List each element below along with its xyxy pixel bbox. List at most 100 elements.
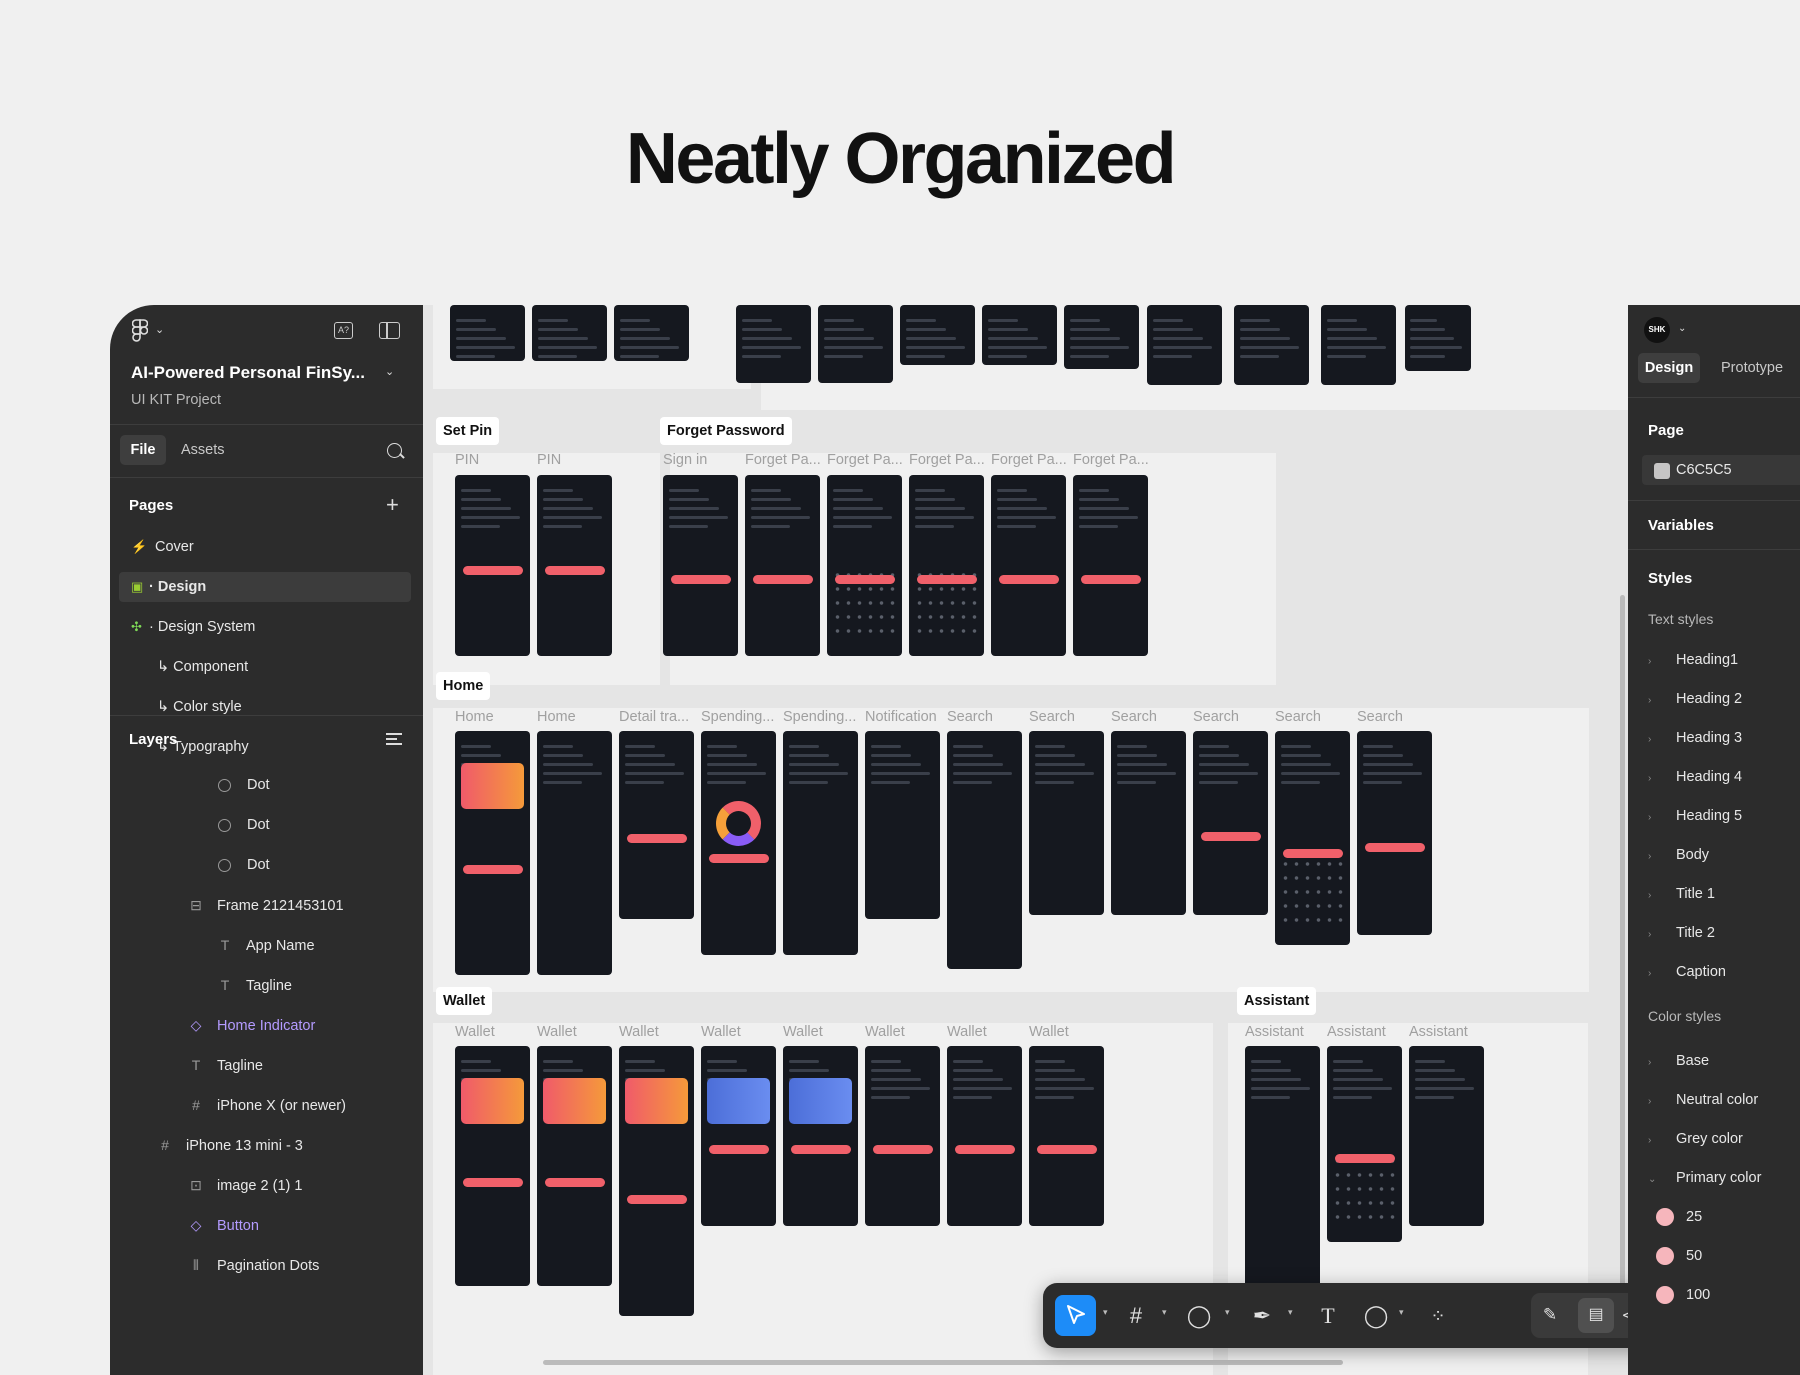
text-style-row[interactable]: › Title 2 — [1648, 922, 1715, 944]
variables-heading[interactable]: Variables — [1648, 517, 1714, 534]
page-cover[interactable]: ⚡ Cover — [119, 532, 411, 562]
canvas[interactable]: Set Pin Forget Password Home Wallet Assi… — [423, 305, 1628, 1375]
layer-home-indicator[interactable]: ◇ Home Indicator — [185, 1013, 316, 1037]
phone-frame[interactable] — [745, 475, 820, 656]
phone-frame[interactable] — [1275, 731, 1350, 945]
frame-label[interactable]: Assistant — [1245, 1024, 1304, 1040]
frame-label[interactable]: Home — [537, 709, 576, 725]
layer-frame[interactable]: ⊟ Frame 2121453101 — [185, 893, 343, 917]
frame-label[interactable]: Wallet — [455, 1024, 495, 1040]
tab-design[interactable]: Design — [1638, 353, 1700, 383]
draw-mode-icon[interactable]: ✎ — [1535, 1300, 1565, 1330]
phone-frame[interactable] — [614, 305, 689, 361]
frame-label[interactable]: Forget Pa... — [827, 452, 903, 468]
layer-tagline[interactable]: T Tagline — [214, 973, 292, 997]
section-label-set-pin[interactable]: Set Pin — [436, 417, 500, 445]
frame-label[interactable]: Home — [455, 709, 494, 725]
phone-frame[interactable] — [1327, 1046, 1402, 1242]
phone-frame[interactable] — [619, 731, 694, 919]
tab-file[interactable]: File — [120, 435, 166, 465]
frame-label[interactable]: Wallet — [783, 1024, 823, 1040]
color-style-grey[interactable]: › Grey color — [1648, 1128, 1743, 1150]
frame-label[interactable]: Forget Pa... — [909, 452, 985, 468]
frame-label[interactable]: Search — [1275, 709, 1321, 725]
chevron-down-icon[interactable]: ▾ — [1103, 1307, 1108, 1318]
page-color-style[interactable]: ↳ Color style — [119, 692, 411, 722]
text-tool-icon[interactable]: T — [1313, 1301, 1343, 1331]
phone-frame[interactable] — [865, 731, 940, 919]
phone-frame[interactable] — [827, 475, 902, 656]
primary-shade-50[interactable]: 50 — [1648, 1245, 1702, 1267]
layer-dot[interactable]: Dot — [214, 773, 270, 797]
phone-frame[interactable] — [1321, 305, 1396, 385]
avatar[interactable]: SHK — [1644, 317, 1670, 343]
frame-label[interactable]: Wallet — [1029, 1024, 1069, 1040]
ellipse-tool-icon[interactable]: ◯ — [1184, 1301, 1214, 1331]
color-swatch[interactable] — [1654, 463, 1670, 479]
phone-frame[interactable] — [537, 475, 612, 656]
phone-frame[interactable] — [537, 731, 612, 975]
section-label-wallet[interactable]: Wallet — [436, 987, 493, 1015]
layer-dot[interactable]: Dot — [214, 853, 270, 877]
phone-frame[interactable] — [701, 1046, 776, 1226]
layer-iphone-x[interactable]: # iPhone X (or newer) — [185, 1093, 346, 1117]
chevron-down-icon[interactable]: ▾ — [1225, 1307, 1230, 1318]
phone-frame[interactable] — [991, 475, 1066, 656]
ai-icon[interactable]: A? — [334, 322, 353, 339]
phone-frame[interactable] — [1064, 305, 1139, 369]
phone-frame[interactable] — [982, 305, 1057, 365]
layer-dot[interactable]: Dot — [214, 813, 270, 837]
frame-label[interactable]: Wallet — [865, 1024, 905, 1040]
phone-frame[interactable] — [818, 305, 893, 383]
phone-frame[interactable] — [736, 305, 811, 383]
layer-image[interactable]: ⊡ image 2 (1) 1 — [185, 1173, 302, 1197]
add-page-icon[interactable]: + — [386, 494, 399, 516]
color-style-primary[interactable]: ⌄ Primary color — [1648, 1167, 1761, 1189]
text-style-row[interactable]: › Heading 2 — [1648, 688, 1742, 710]
project-chevron-icon[interactable]: ⌄ — [385, 365, 394, 378]
phone-frame[interactable] — [1193, 731, 1268, 915]
page-design[interactable]: ▣ · Design — [119, 572, 411, 602]
menu-chevron-icon[interactable]: ⌄ — [155, 323, 164, 336]
text-style-row[interactable]: › Caption — [1648, 961, 1726, 983]
chevron-down-icon[interactable]: ▾ — [1162, 1307, 1167, 1318]
section-label-forget-password[interactable]: Forget Password — [660, 417, 792, 445]
chevron-down-icon[interactable]: ▾ — [1399, 1307, 1404, 1318]
page-color-field[interactable]: C6C5C5 — [1642, 455, 1800, 485]
phone-frame[interactable] — [865, 1046, 940, 1226]
frame-label[interactable]: Notification — [865, 709, 937, 725]
phone-frame[interactable] — [947, 731, 1022, 969]
layer-button[interactable]: ◇ Button — [185, 1213, 259, 1237]
phone-frame[interactable] — [455, 731, 530, 975]
frame-label[interactable]: Assistant — [1327, 1024, 1386, 1040]
frame-label[interactable]: Wallet — [701, 1024, 741, 1040]
layer-iphone-13-mini[interactable]: # iPhone 13 mini - 3 — [154, 1133, 303, 1157]
frame-tool-icon[interactable]: # — [1121, 1301, 1151, 1331]
section-label-home[interactable]: Home — [436, 672, 491, 700]
layer-pagination-dots[interactable]: ⫴ Pagination Dots — [185, 1253, 319, 1277]
frame-label[interactable]: Forget Pa... — [1073, 452, 1149, 468]
figma-logo-icon[interactable] — [132, 319, 148, 343]
frame-label[interactable]: Search — [947, 709, 993, 725]
frame-label[interactable]: Spending... — [701, 709, 774, 725]
design-mode-button[interactable]: ▤ — [1578, 1298, 1614, 1333]
frame-label[interactable]: Search — [1357, 709, 1403, 725]
frame-label[interactable]: Search — [1193, 709, 1239, 725]
phone-frame[interactable] — [1029, 1046, 1104, 1226]
color-style-base[interactable]: › Base — [1648, 1050, 1709, 1072]
frame-label[interactable]: Wallet — [619, 1024, 659, 1040]
move-tool-button[interactable] — [1055, 1295, 1096, 1336]
phone-frame[interactable] — [1073, 475, 1148, 656]
chevron-down-icon[interactable]: ▾ — [1288, 1307, 1293, 1318]
page-component[interactable]: ↳ Component — [119, 652, 411, 682]
phone-frame[interactable] — [537, 1046, 612, 1286]
text-style-row[interactable]: › Heading 4 — [1648, 766, 1742, 788]
phone-frame[interactable] — [1409, 1046, 1484, 1226]
phone-frame[interactable] — [909, 475, 984, 656]
section-label-assistant[interactable]: Assistant — [1237, 987, 1317, 1015]
page-color-value[interactable]: C6C5C5 — [1676, 462, 1732, 478]
phone-frame[interactable] — [663, 475, 738, 656]
horizontal-scrollbar[interactable] — [543, 1360, 1343, 1365]
phone-frame[interactable] — [450, 305, 525, 361]
frame-label[interactable]: Detail tra... — [619, 709, 689, 725]
